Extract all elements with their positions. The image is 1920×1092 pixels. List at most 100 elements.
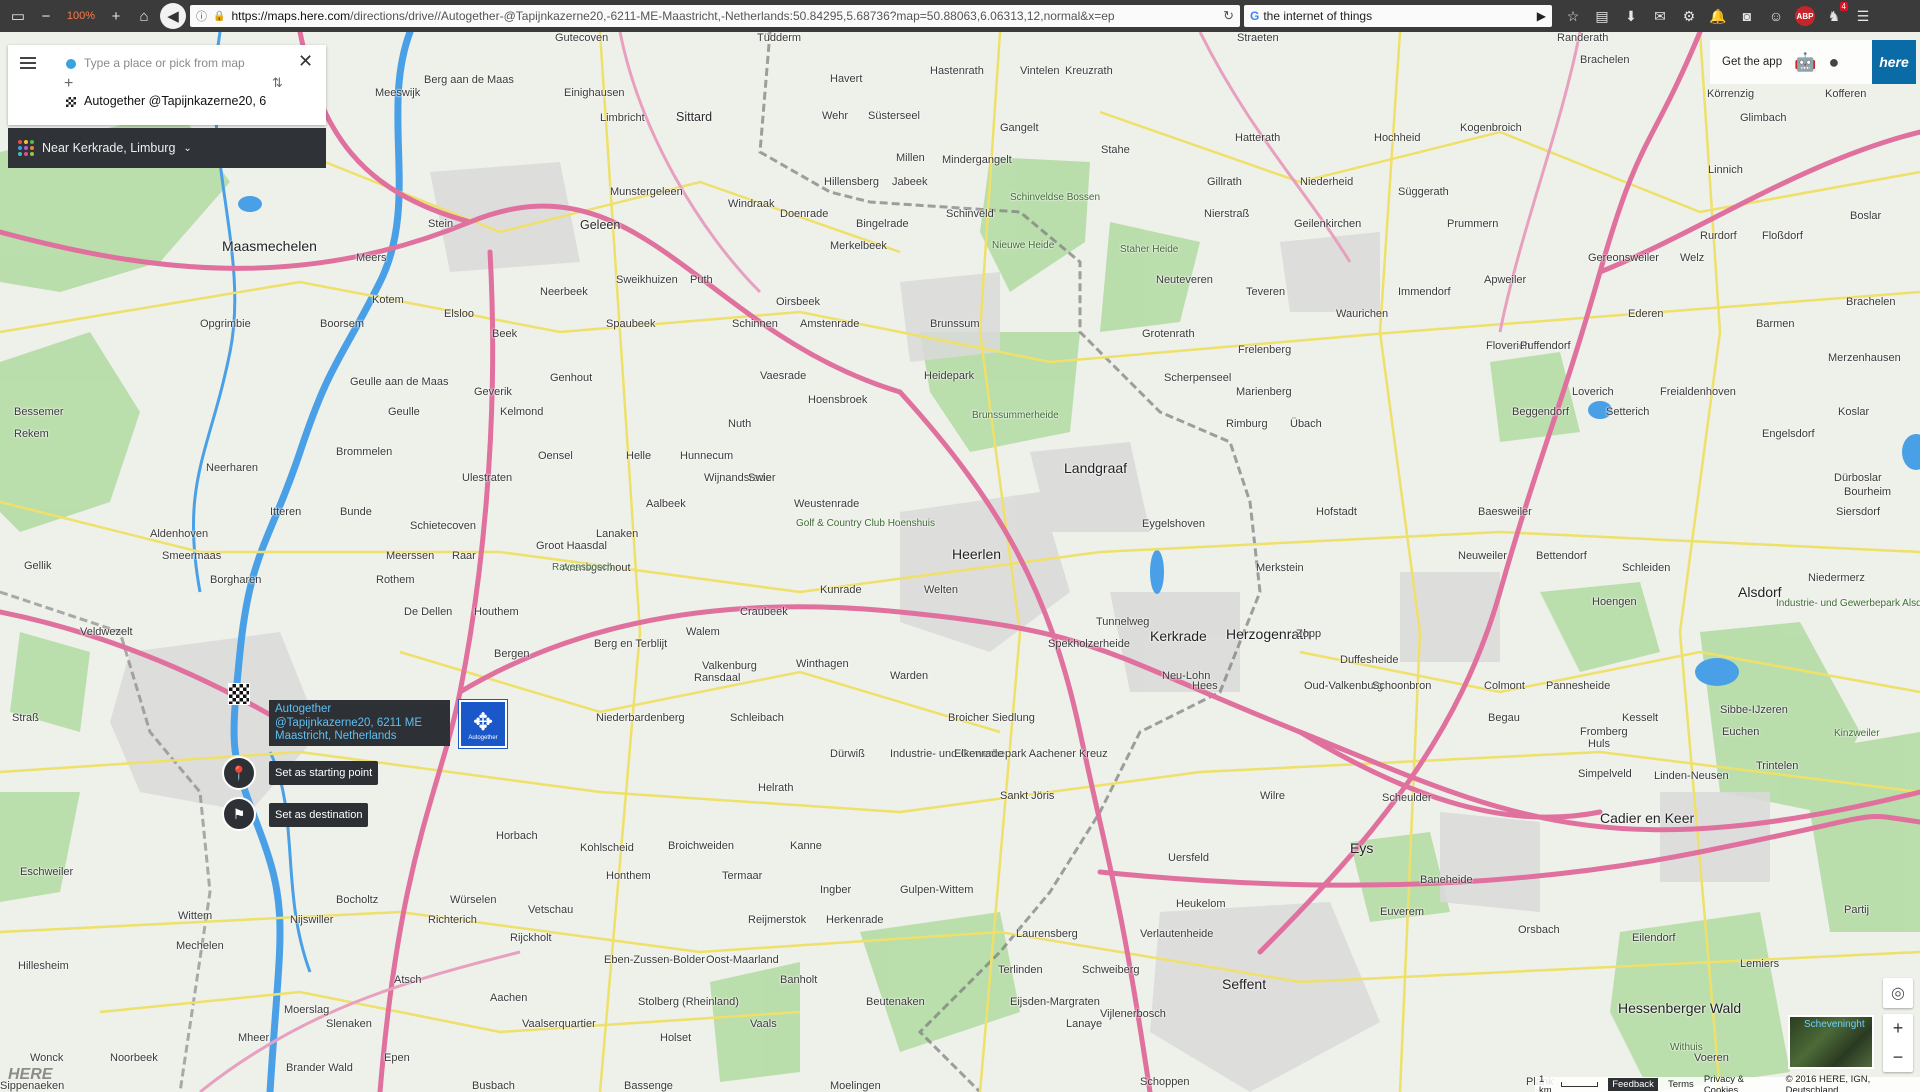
info-icon[interactable]: ⓘ (196, 8, 207, 24)
set-destination-button[interactable]: ⚑ (222, 797, 256, 831)
home-icon[interactable]: ⌂ (132, 4, 156, 28)
map-label: Schleiden (1622, 562, 1671, 574)
map-label: Rurdorf (1700, 230, 1737, 242)
map-label: Vaesrade (760, 370, 807, 382)
map-label: Bourheim (1844, 486, 1892, 498)
android-icon[interactable]: 🤖 (1794, 52, 1816, 73)
map-label: Eschweiler (20, 866, 74, 878)
window-menu-icon[interactable]: ▭ (6, 4, 30, 28)
map-label: Eben-Zussen-Bolder (604, 954, 705, 966)
map-label: Sweikhuizen (616, 274, 678, 286)
menu-icon[interactable] (18, 55, 38, 71)
map-label: Linnich (1708, 164, 1743, 176)
map-label: Richterich (428, 914, 477, 926)
map-label: Stein (428, 218, 454, 230)
map-label: Linden-Neusen (1654, 770, 1729, 782)
search-box[interactable]: G the internet of things ▶ (1244, 5, 1552, 27)
bookmark-star-icon[interactable]: ☆ (1560, 4, 1586, 28)
zoom-control: + − (1883, 1014, 1913, 1072)
map-label: Stahe (1101, 144, 1130, 156)
map-label: Sankt Jöris (1000, 790, 1055, 802)
map-label: Barmen (1756, 318, 1795, 330)
map-label: Schoonbron (1372, 680, 1432, 692)
close-icon[interactable]: ✕ (298, 51, 313, 72)
search-go-icon[interactable]: ▶ (1537, 9, 1546, 23)
map-label: Kotem (372, 294, 404, 306)
pocket-icon[interactable]: ◙ (1734, 4, 1760, 28)
terms-link[interactable]: Terms (1668, 1079, 1694, 1090)
map-label: Hastenrath (930, 65, 984, 77)
feedback-button[interactable]: Feedback (1608, 1078, 1658, 1091)
map-label: Würselen (450, 894, 497, 906)
reading-list-icon[interactable]: ▤ (1589, 4, 1615, 28)
settings-gear-icon[interactable]: ⚙ (1676, 4, 1702, 28)
map-label: Niedermerz (1808, 572, 1865, 584)
adblock-icon[interactable]: ABP (1792, 4, 1818, 28)
map-label: Kreuzrath (1065, 65, 1113, 77)
map-label: Cadier en Keer (1600, 810, 1695, 826)
map-label: Millen (896, 152, 925, 164)
map-label: Merzenhausen (1828, 352, 1901, 364)
map-label: Colmont (1484, 680, 1525, 692)
back-button[interactable]: ◀ (160, 3, 186, 29)
here-logo[interactable]: here (1872, 40, 1916, 84)
map-canvas[interactable]: Gutecoven Tüdderm Straeten Randerath Ber… (0, 32, 1920, 1092)
emoji-icon[interactable]: ☺ (1763, 4, 1789, 28)
map-label: Duffesheide (1340, 654, 1399, 666)
map-label: Geulle aan de Maas (350, 376, 449, 388)
mail-icon[interactable]: ✉ (1647, 4, 1673, 28)
map-label: Gereonsweiler (1588, 252, 1659, 264)
satellite-minimap[interactable]: Scheveninght (1788, 1015, 1874, 1069)
map-label: Seffent (1222, 976, 1267, 992)
map-label: Hunnecum (680, 450, 734, 462)
download-icon[interactable]: ⬇ (1618, 4, 1644, 28)
map-label: Schietecoven (410, 520, 477, 532)
map-label: Hillensberg (824, 176, 880, 188)
map-label: Ransdaal (694, 672, 741, 684)
privacy-link[interactable]: Privacy & Cookies (1704, 1074, 1776, 1092)
get-app-label[interactable]: Get the app (1722, 56, 1782, 68)
map-label: Neerharen (206, 462, 258, 474)
destination-marker-icon[interactable] (228, 683, 250, 705)
map-label: Genhout (550, 372, 593, 384)
map-label: Brachelen (1580, 54, 1630, 66)
set-start-button[interactable]: 📍 (222, 756, 256, 790)
map-label: Berg en Terblijt (594, 638, 668, 650)
map-label: Elkenrade (954, 748, 1004, 760)
extension-icon[interactable]: ♞ 4 (1821, 2, 1848, 28)
business-sign-icon[interactable]: ✥ Autogether (458, 699, 508, 749)
address-bar[interactable]: ⓘ 🔒 https://maps.here.com/directions/dri… (190, 5, 1240, 27)
map-zoom-in-button[interactable]: + (1883, 1014, 1913, 1043)
map-label: Neuweiler (1458, 550, 1507, 562)
map-label: Fromberg (1580, 726, 1628, 738)
map-label: Straeten (1237, 32, 1279, 44)
zoom-out-button[interactable]: − (34, 4, 58, 28)
place-callout[interactable]: Autogether @Tapijnkazerne20, 6211 ME Maa… (269, 700, 450, 746)
callout-line-2: @Tapijnkazerne20, 6211 ME (275, 716, 422, 729)
map-label: Gellik (24, 560, 52, 572)
locate-me-icon[interactable]: ◎ (1883, 978, 1913, 1008)
start-location-input[interactable] (84, 53, 294, 73)
add-waypoint-icon[interactable]: + (64, 75, 73, 93)
destination-field[interactable]: Autogether @Tapijnkazerne20, 6 (84, 94, 316, 108)
map-label: Apweiler (1484, 274, 1527, 286)
map-zoom-out-button[interactable]: − (1883, 1043, 1913, 1072)
map-label: Euverem (1380, 906, 1425, 918)
apple-icon[interactable]: ● (1829, 52, 1840, 73)
location-bar[interactable]: Near Kerkrade, Limburg ⌄ (8, 128, 326, 168)
map-label: Nieuwe Heide (992, 240, 1055, 251)
chevron-down-icon: ⌄ (183, 142, 192, 154)
hamburger-menu-icon[interactable]: ☰ (1850, 4, 1876, 28)
map-label: Rothem (376, 574, 415, 586)
map-label: Kanne (790, 840, 822, 852)
map-label: Brommelen (336, 446, 393, 458)
zoom-in-button[interactable]: + (104, 4, 128, 28)
swap-route-icon[interactable]: ⇅ (272, 75, 283, 91)
map-label: Helrath (758, 782, 794, 794)
map-label: Hatterath (1235, 132, 1281, 144)
notification-bell-icon[interactable]: 🔔 (1705, 4, 1731, 28)
reload-icon[interactable]: ↻ (1223, 8, 1234, 24)
map-label: Teveren (1246, 286, 1286, 298)
map-label: Bettendorf (1536, 550, 1587, 562)
map-label: Süggerath (1398, 186, 1449, 198)
